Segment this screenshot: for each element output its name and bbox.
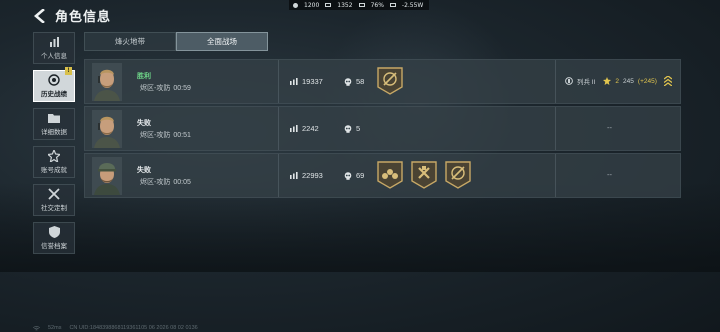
score-bar-icon <box>290 172 298 179</box>
map-name: 烬区-攻防 <box>140 85 171 92</box>
match-mode: 烬区-攻防 00:51 <box>137 130 191 140</box>
notification-badge: ! <box>65 67 72 75</box>
fps-value: 1200 <box>304 1 320 9</box>
match-result: 失败 <box>137 167 151 174</box>
power-value: -2.55W <box>401 1 424 9</box>
star-icon <box>603 77 612 85</box>
player-uid: CN UID:1848398868119361105 06 2026 08 02… <box>69 325 198 331</box>
sidebar-item-match-history[interactable]: ! 历史战绩 <box>33 67 75 102</box>
map-name: 烬区-攻防 <box>140 179 171 186</box>
sidebar-item-detailed-data[interactable]: 详细数据 <box>33 108 75 140</box>
sidebar-item-label: 账号成就 <box>41 167 67 174</box>
rank-points: 245 <box>623 77 634 85</box>
sniper-medal-icon[interactable] <box>445 161 471 189</box>
sidebar-item-personal-info[interactable]: 个人信息 <box>33 32 75 64</box>
target-icon <box>48 74 60 86</box>
tab-full-battlefield[interactable]: 全面战场 <box>176 32 268 51</box>
sidebar-item-label: 详细数据 <box>41 129 67 136</box>
cpu-icon <box>325 3 332 7</box>
divider <box>555 107 556 150</box>
score-value: 19337 <box>302 77 323 86</box>
score-value: 2242 <box>302 124 319 133</box>
match-row[interactable]: 胜利 烬区-攻防 00:59 19337 58 列兵 II 2 245 (+245… <box>84 59 681 104</box>
page-title: 角色信息 <box>55 9 112 24</box>
ping-value: 52ms <box>48 325 62 331</box>
match-row[interactable]: 失败 烬区-攻防 00:51 2242 5 -- <box>84 106 681 151</box>
rank-placeholder: -- <box>607 123 612 132</box>
footer: 52ms CN UID:1848398868119361105 06 2026 … <box>33 325 198 331</box>
settings-icon <box>293 2 298 8</box>
rank-progress: 列兵 II 2 245 (+245) <box>565 76 672 86</box>
sniper-medal-icon[interactable] <box>377 67 403 95</box>
divider <box>555 154 556 197</box>
rank-label: 列兵 II <box>577 79 596 86</box>
rank-chevrons-icon <box>663 76 672 86</box>
page-header: 角色信息 <box>33 6 111 25</box>
kills-value: 5 <box>356 124 361 133</box>
operator-avatar <box>92 110 122 148</box>
tools-icon <box>48 188 60 200</box>
sidebar: 个人信息 ! 历史战绩 详细数据 账号成就 社交定制 信誉档案 <box>33 32 75 254</box>
rank-level: 2 <box>615 77 620 85</box>
match-duration: 00:05 <box>173 179 191 186</box>
map-name: 烬区-攻防 <box>140 132 171 139</box>
skull-icon <box>344 77 352 86</box>
status-value-2: 1352 <box>337 1 353 9</box>
sidebar-item-label: 社交定制 <box>41 205 67 212</box>
kills-value: 69 <box>356 171 365 180</box>
match-history-list: 胜利 烬区-攻防 00:59 19337 58 列兵 II 2 245 (+245… <box>84 59 681 198</box>
match-duration: 00:51 <box>173 132 191 139</box>
rank-emblem-icon <box>565 77 573 85</box>
power-icon <box>389 3 396 7</box>
sidebar-item-achievements[interactable]: 账号成就 <box>33 146 75 178</box>
medic-medal-icon[interactable] <box>377 161 403 189</box>
achievement-icon <box>48 150 60 162</box>
sidebar-item-social-custom[interactable]: 社交定制 <box>33 184 75 216</box>
folder-icon <box>48 112 60 124</box>
match-kills: 5 <box>344 124 360 133</box>
match-kills: 58 <box>344 77 364 86</box>
sidebar-item-label: 历史战绩 <box>41 91 67 98</box>
match-score: 22993 <box>290 171 323 180</box>
score-value: 22993 <box>302 171 323 180</box>
system-status-bar: 1200 1352 76% -2.55W <box>289 0 429 10</box>
battery-value: 76% <box>370 1 384 9</box>
match-duration: 00:59 <box>173 85 191 92</box>
divider <box>555 60 556 103</box>
match-mode: 烬区-攻防 00:05 <box>137 177 191 187</box>
medal-list <box>377 161 471 189</box>
chevron-left-icon <box>34 8 45 23</box>
divider <box>278 60 279 103</box>
sidebar-item-credit-record[interactable]: 信誉档案 <box>33 222 75 254</box>
match-mode: 烬区-攻防 00:59 <box>137 83 191 93</box>
operator-avatar <box>92 63 122 101</box>
medal-list <box>377 67 403 95</box>
operator-avatar <box>92 157 122 195</box>
divider <box>278 107 279 150</box>
match-row[interactable]: 失败 烬区-攻防 00:05 22993 69 -- <box>84 153 681 198</box>
wifi-icon <box>33 325 40 330</box>
skull-icon <box>344 171 352 180</box>
sidebar-item-label: 信誉档案 <box>41 243 67 250</box>
shield-icon <box>48 226 60 238</box>
score-bar-icon <box>290 125 298 132</box>
tab-hazard-zone[interactable]: 烽火地带 <box>84 32 176 51</box>
back-button[interactable] <box>33 8 47 24</box>
match-result: 失败 <box>137 120 151 127</box>
match-result: 胜利 <box>137 73 151 80</box>
rank-placeholder: -- <box>607 170 612 179</box>
score-bar-icon <box>290 78 298 85</box>
kills-value: 58 <box>356 77 365 86</box>
divider <box>278 154 279 197</box>
battery-icon <box>358 3 365 7</box>
engineer-medal-icon[interactable] <box>411 161 437 189</box>
bar-chart-icon <box>48 36 60 48</box>
sidebar-item-label: 个人信息 <box>41 53 67 60</box>
rank-points-delta: (+245) <box>637 77 657 85</box>
match-score: 19337 <box>290 77 323 86</box>
mode-tabs: 烽火地带 全面战场 <box>84 32 268 51</box>
skull-icon <box>344 124 352 133</box>
match-kills: 69 <box>344 171 364 180</box>
match-score: 2242 <box>290 124 319 133</box>
